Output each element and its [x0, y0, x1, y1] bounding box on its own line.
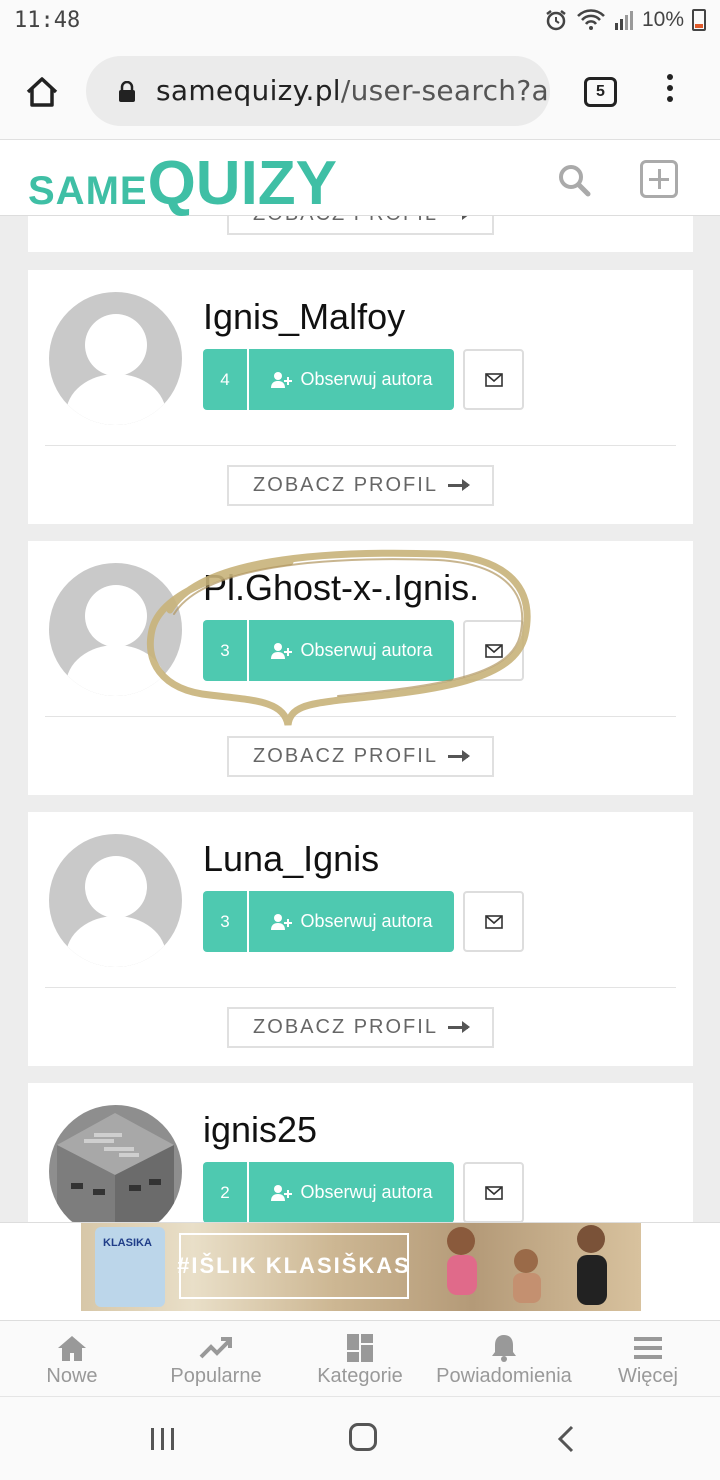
grid-icon	[347, 1334, 373, 1362]
user-card: Ignis_Malfoy 4 Obserwuj autora ZOBACZ PR…	[28, 270, 693, 524]
mail-icon	[485, 1186, 503, 1200]
avatar[interactable]	[49, 292, 182, 425]
overflow-menu-icon[interactable]	[664, 74, 676, 110]
home-icon[interactable]	[22, 72, 62, 112]
url-path: /user-search?a	[340, 74, 549, 107]
divider	[45, 716, 676, 717]
battery-percent: 10%	[641, 8, 684, 31]
follower-count: 3	[203, 620, 249, 681]
message-button[interactable]	[463, 1162, 524, 1222]
user-list: ZOBACZ PROFIL Ignis_Malfoy 4 Obserwuj au…	[0, 216, 720, 1222]
arrow-right-icon	[447, 750, 470, 762]
message-button[interactable]	[463, 620, 524, 681]
follow-button-group: 3 Obserwuj autora	[203, 620, 454, 681]
follower-count: 2	[203, 1162, 249, 1222]
tabs-button[interactable]: 5	[584, 77, 617, 107]
user-card: Luna_Ignis 3 Obserwuj autora ZOBACZ PROF…	[28, 812, 693, 1066]
message-button[interactable]	[463, 891, 524, 952]
recent-apps-icon[interactable]	[150, 1427, 176, 1451]
view-profile-button[interactable]: ZOBACZ PROFIL	[227, 1007, 494, 1048]
username[interactable]: ignis25	[203, 1109, 317, 1151]
divider	[45, 987, 676, 988]
mail-icon	[485, 373, 503, 387]
url-text: samequizy.pl/user-search?a	[156, 74, 549, 107]
signal-icon	[614, 11, 633, 30]
avatar[interactable]	[49, 834, 182, 967]
battery-icon	[692, 9, 706, 31]
follower-count: 3	[203, 891, 249, 952]
ad-product-image: KLASIKA	[95, 1227, 165, 1307]
arrow-right-icon	[447, 1021, 470, 1033]
avatar[interactable]	[49, 1105, 182, 1222]
arrow-right-icon	[447, 479, 470, 491]
ad-text-frame: #IŠLIK KLASIŠKAS	[177, 1233, 411, 1299]
follow-button-group: 3 Obserwuj autora	[203, 891, 454, 952]
wifi-icon	[577, 9, 605, 30]
divider	[45, 445, 676, 446]
trending-icon	[199, 1337, 232, 1359]
status-icons: 10%	[544, 8, 706, 32]
ad-photo-people	[447, 1225, 607, 1305]
alarm-icon	[546, 10, 566, 31]
home-icon	[58, 1336, 86, 1361]
nav-new[interactable]: Nowe	[0, 1321, 144, 1396]
add-user-icon	[271, 913, 293, 930]
address-bar[interactable]: samequizy.pl/user-search?a	[86, 56, 550, 126]
view-profile-button[interactable]: ZOBACZ PROFIL	[227, 736, 494, 777]
add-user-icon	[271, 1184, 293, 1201]
status-time: 11:48	[14, 8, 81, 33]
username[interactable]: Luna_Ignis	[203, 838, 379, 880]
follow-button-group: 4 Obserwuj autora	[203, 349, 454, 410]
follow-author-button[interactable]: Obserwuj autora	[249, 891, 454, 952]
nav-popular[interactable]: Popularne	[144, 1321, 288, 1396]
mail-icon	[485, 915, 503, 929]
message-button[interactable]	[463, 349, 524, 410]
lock-icon	[119, 81, 135, 102]
avatar[interactable]	[49, 563, 182, 696]
ad-text: #IŠLIK KLASIŠKAS	[177, 1253, 411, 1278]
add-user-icon	[271, 642, 293, 659]
follow-button-group: 2 Obserwuj autora	[203, 1162, 454, 1222]
system-home-icon[interactable]	[349, 1423, 377, 1451]
menu-icon	[634, 1337, 662, 1359]
username[interactable]: Ignis_Malfoy	[203, 296, 405, 338]
samequizy-logo[interactable]: SAMEQUIZY	[28, 148, 337, 219]
nav-notifications[interactable]: Powiadomienia	[432, 1321, 576, 1396]
username[interactable]: Pl.Ghost-x-.Ignis.	[203, 567, 479, 609]
add-user-icon	[271, 371, 293, 388]
add-quiz-icon[interactable]	[640, 160, 678, 198]
search-icon[interactable]	[556, 162, 592, 198]
user-card-partial: ZOBACZ PROFIL	[28, 216, 693, 252]
ad-banner[interactable]: KLASIKA #IŠLIK KLASIŠKAS	[81, 1223, 641, 1311]
site-header: SAMEQUIZY	[0, 140, 720, 219]
nav-more[interactable]: Więcej	[576, 1321, 720, 1396]
user-card: ignis25 2 Obserwuj autora	[28, 1083, 693, 1222]
nav-categories[interactable]: Kategorie	[288, 1321, 432, 1396]
browser-toolbar: samequizy.pl/user-search?a 5	[0, 44, 720, 140]
view-profile-button[interactable]: ZOBACZ PROFIL	[227, 465, 494, 506]
user-card: Pl.Ghost-x-.Ignis. 3 Obserwuj autora ZOB…	[28, 541, 693, 795]
follow-author-button[interactable]: Obserwuj autora	[249, 620, 454, 681]
ad-banner-container: KLASIKA #IŠLIK KLASIŠKAS	[0, 1222, 720, 1320]
system-navigation-bar	[0, 1396, 720, 1480]
bottom-navigation: Nowe Popularne Kategorie Powiadomienia W…	[0, 1320, 720, 1396]
url-domain: samequizy.pl	[156, 74, 341, 107]
follow-author-button[interactable]: Obserwuj autora	[249, 1162, 454, 1222]
bell-icon	[492, 1335, 516, 1362]
follow-author-button[interactable]: Obserwuj autora	[249, 349, 454, 410]
status-bar: 11:48 10%	[0, 0, 720, 44]
mail-icon	[485, 644, 503, 658]
back-icon[interactable]	[556, 1425, 576, 1453]
follower-count: 4	[203, 349, 249, 410]
